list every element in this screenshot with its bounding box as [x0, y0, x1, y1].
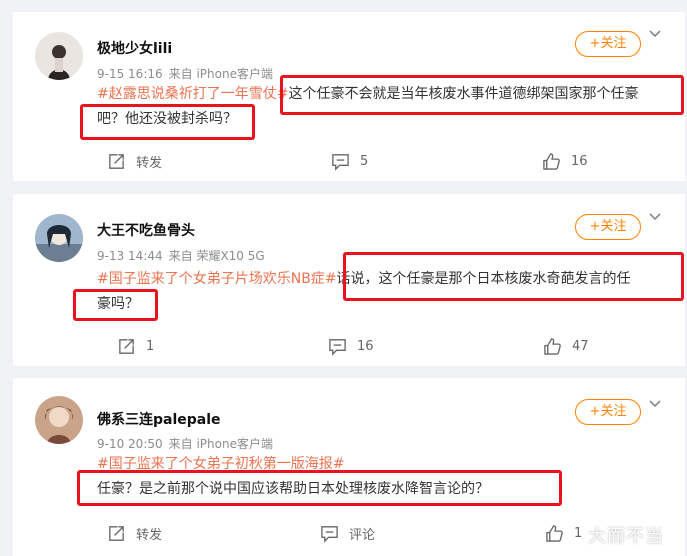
- comment-button[interactable]: 5: [331, 149, 368, 173]
- like-button[interactable]: 1: [545, 521, 582, 545]
- watermark: 大而不当: [588, 526, 664, 547]
- like-icon: [546, 524, 563, 542]
- comment-text-line-1: 任豪？是之前那个说中国应该帮助日本处理核废水降智言论的？: [97, 481, 489, 497]
- comment-date: 9-10 20:50: [97, 437, 163, 451]
- repost-button[interactable]: 1: [117, 334, 154, 358]
- comment-text-line-2: 吧？他还没被封杀吗？: [97, 111, 237, 127]
- follow-button[interactable]: +关注: [575, 214, 641, 240]
- comment-card-2: 大王不吃鱼骨头 9-13 14:44 来自 荣耀X10 5G +关注 #国子监来了…: [13, 194, 685, 366]
- hashtag-link[interactable]: #赵露思说桑祈打了一年雪仗#: [97, 86, 288, 102]
- comment-meta: 9-13 14:44 来自 荣耀X10 5G: [97, 247, 265, 264]
- repost-icon: [109, 153, 124, 169]
- comment-button[interactable]: 评论: [320, 521, 375, 545]
- comment-meta: 9-15 16:16 来自 iPhone客户端: [97, 65, 273, 82]
- hashtag-link[interactable]: #国子监来了个女弟子片场欢乐NB症#: [97, 271, 337, 287]
- follow-button[interactable]: +关注: [575, 31, 641, 57]
- like-button[interactable]: 47: [543, 334, 589, 358]
- chevron-down-icon[interactable]: [647, 209, 663, 225]
- repost-button[interactable]: 转发: [107, 521, 162, 545]
- avatar[interactable]: [35, 214, 83, 262]
- hashtag-line: #国子监来了个女弟子初秋第一版海报#: [97, 454, 344, 474]
- comment-actions: 转发 5 16: [13, 149, 685, 173]
- comment-card-1: 极地少女lili 9-15 16:16 来自 iPhone客户端 +关注 #赵露思…: [13, 12, 685, 181]
- username[interactable]: 佛系三连palepale: [97, 409, 221, 429]
- chevron-down-icon[interactable]: [647, 396, 663, 412]
- comment-icon: [332, 153, 349, 171]
- comment-source: 来自 iPhone客户端: [168, 67, 273, 81]
- username[interactable]: 极地少女lili: [97, 38, 172, 58]
- repost-icon: [109, 525, 124, 541]
- avatar[interactable]: [35, 32, 83, 80]
- comment-icon: [329, 338, 346, 356]
- avatar[interactable]: [35, 396, 83, 444]
- comment-card-3: 佛系三连palepale 9-10 20:50 来自 iPhone客户端 +关注 …: [13, 378, 685, 556]
- comment-meta: 9-10 20:50 来自 iPhone客户端: [97, 435, 273, 452]
- like-button[interactable]: 16: [542, 149, 588, 173]
- comment-source: 来自 荣耀X10 5G: [168, 249, 265, 263]
- comment-icon: [321, 525, 338, 543]
- repost-button[interactable]: 转发: [107, 149, 162, 173]
- username[interactable]: 大王不吃鱼骨头: [97, 220, 195, 240]
- hashtag-link[interactable]: #国子监来了个女弟子初秋第一版海报#: [97, 456, 344, 472]
- comment-text-line-2: 豪吗？: [97, 296, 139, 312]
- comment-button[interactable]: 16: [328, 334, 374, 358]
- comment-date: 9-13 14:44: [97, 249, 163, 263]
- comment-text-line-1: #赵露思说桑祈打了一年雪仗#这个任豪不会就是当年核废水事件道德绑架国家那个任豪: [97, 86, 639, 102]
- like-icon: [544, 337, 561, 355]
- comment-date: 9-15 16:16: [97, 67, 163, 81]
- chevron-down-icon[interactable]: [647, 26, 663, 42]
- repost-icon: [119, 338, 134, 354]
- comment-actions: 转发 评论 1: [13, 521, 685, 545]
- comment-source: 来自 iPhone客户端: [168, 437, 273, 451]
- comment-text-line-1: #国子监来了个女弟子片场欢乐NB症#话说，这个任豪是那个日本核废水奇葩发言的任: [97, 271, 631, 287]
- like-icon: [543, 152, 560, 170]
- follow-button[interactable]: +关注: [575, 399, 641, 425]
- comment-actions: 1 16 47: [13, 334, 685, 358]
